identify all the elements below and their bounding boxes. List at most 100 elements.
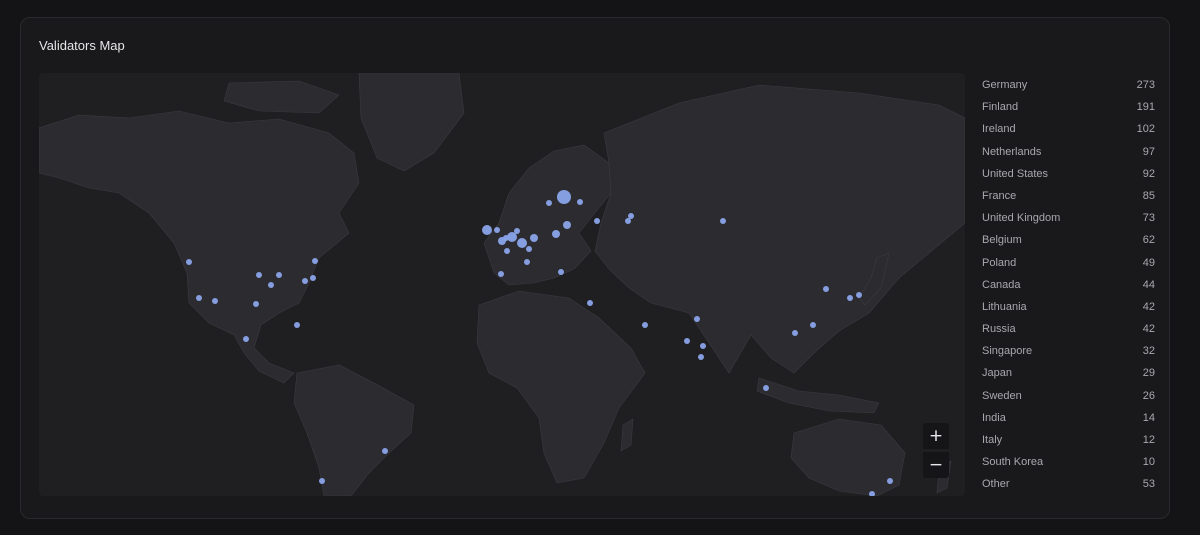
world-map-canvas[interactable] bbox=[39, 73, 965, 496]
country-count: 273 bbox=[1136, 79, 1155, 91]
validators-map-card: Validators Map + − Germany 273 Finland 1… bbox=[20, 17, 1170, 519]
country-count: 49 bbox=[1142, 256, 1155, 269]
marker-poland[interactable] bbox=[530, 234, 538, 242]
marker-sweden[interactable] bbox=[546, 200, 552, 206]
country-name: Germany bbox=[982, 79, 1028, 91]
legend-row-lithuania: Lithuania 42 bbox=[982, 296, 1155, 318]
legend-row-russia: Russia 42 bbox=[982, 318, 1155, 340]
marker-japan-1[interactable] bbox=[856, 292, 862, 298]
marker-india-1[interactable] bbox=[694, 316, 700, 322]
marker-argentina[interactable] bbox=[319, 478, 325, 484]
marker-us-9[interactable] bbox=[310, 275, 316, 281]
marker-india-4[interactable] bbox=[698, 354, 704, 360]
country-name: Japan bbox=[982, 367, 1012, 380]
marker-us-10[interactable] bbox=[312, 258, 318, 264]
country-name: Finland bbox=[982, 101, 1019, 114]
country-count: 42 bbox=[1142, 300, 1155, 313]
country-count: 44 bbox=[1142, 278, 1155, 291]
zoom-out-button[interactable]: − bbox=[923, 452, 949, 478]
land-south-america bbox=[293, 364, 415, 496]
marker-us-7[interactable] bbox=[253, 301, 259, 307]
marker-us-8[interactable] bbox=[302, 278, 308, 284]
marker-us-3[interactable] bbox=[212, 298, 218, 304]
marker-ru-2[interactable] bbox=[628, 213, 634, 219]
marker-ru-3[interactable] bbox=[720, 218, 726, 224]
marker-us-4[interactable] bbox=[256, 272, 262, 278]
country-count: 97 bbox=[1142, 145, 1155, 158]
country-count: 29 bbox=[1142, 367, 1155, 380]
marker-russia[interactable] bbox=[563, 221, 571, 229]
legend-row-belgium: Belgium 62 bbox=[982, 229, 1155, 251]
marker-germany[interactable] bbox=[517, 238, 527, 248]
marker-asia-1[interactable] bbox=[810, 322, 816, 328]
land-australia bbox=[790, 418, 906, 496]
country-name: Sweden bbox=[982, 389, 1022, 402]
legend-row-japan: Japan 29 bbox=[982, 362, 1155, 384]
zoom-in-button[interactable]: + bbox=[923, 423, 949, 449]
country-count: 92 bbox=[1142, 167, 1155, 180]
marker-lithuania[interactable] bbox=[552, 230, 560, 238]
legend-row-germany: Germany 273 bbox=[982, 74, 1155, 96]
marker-me-1[interactable] bbox=[587, 300, 593, 306]
country-name: Singapore bbox=[982, 345, 1033, 358]
marker-us-5[interactable] bbox=[268, 282, 274, 288]
marker-ireland[interactable] bbox=[482, 225, 492, 235]
country-name: India bbox=[982, 411, 1006, 424]
legend-row-india: India 14 bbox=[982, 407, 1155, 429]
legend-row-italy: Italy 12 bbox=[982, 429, 1155, 451]
country-name: United States bbox=[982, 167, 1049, 180]
marker-me-2[interactable] bbox=[642, 322, 648, 328]
country-name: Ireland bbox=[982, 123, 1016, 136]
marker-eu-2[interactable] bbox=[526, 246, 532, 252]
land-madagascar bbox=[620, 418, 634, 452]
legend-row-united-kingdom: United Kingdom 73 bbox=[982, 207, 1155, 229]
marker-belgium[interactable] bbox=[503, 235, 509, 241]
landmasses bbox=[39, 73, 965, 496]
legend-row-sweden: Sweden 26 bbox=[982, 385, 1155, 407]
marker-us-1[interactable] bbox=[186, 259, 192, 265]
marker-eu-3[interactable] bbox=[504, 248, 510, 254]
world-map[interactable]: + − bbox=[39, 73, 965, 496]
country-name: South Korea bbox=[982, 456, 1044, 469]
marker-south-korea[interactable] bbox=[823, 286, 829, 292]
country-name: Belgium bbox=[982, 234, 1022, 247]
marker-japan-2[interactable] bbox=[847, 295, 853, 301]
marker-india-3[interactable] bbox=[700, 343, 706, 349]
land-greenland bbox=[358, 73, 465, 172]
legend-row-south-korea: South Korea 10 bbox=[982, 451, 1155, 473]
country-name: Other bbox=[982, 478, 1010, 491]
legend-row-canada: Canada 44 bbox=[982, 274, 1155, 296]
country-name: Canada bbox=[982, 278, 1021, 291]
marker-australia-1[interactable] bbox=[887, 478, 893, 484]
legend-row-ireland: Ireland 102 bbox=[982, 118, 1155, 140]
marker-italy[interactable] bbox=[524, 259, 530, 265]
country-count: 191 bbox=[1136, 101, 1155, 114]
marker-us-11[interactable] bbox=[294, 322, 300, 328]
marker-india-2[interactable] bbox=[684, 338, 690, 344]
marker-brazil[interactable] bbox=[382, 448, 388, 454]
marker-uk[interactable] bbox=[494, 227, 500, 233]
marker-eu-7[interactable] bbox=[594, 218, 600, 224]
land-africa bbox=[476, 290, 646, 484]
country-count: 62 bbox=[1142, 234, 1155, 247]
marker-us-2[interactable] bbox=[196, 295, 202, 301]
country-count: 73 bbox=[1142, 212, 1155, 225]
marker-finland[interactable] bbox=[557, 190, 571, 204]
country-name: Lithuania bbox=[982, 300, 1027, 313]
marker-us-6[interactable] bbox=[276, 272, 282, 278]
legend-row-france: France 85 bbox=[982, 185, 1155, 207]
marker-eu-5[interactable] bbox=[558, 269, 564, 275]
country-name: Italy bbox=[982, 434, 1003, 446]
marker-asia-2[interactable] bbox=[792, 330, 798, 336]
marker-singapore[interactable] bbox=[763, 385, 769, 391]
marker-eu-4[interactable] bbox=[498, 271, 504, 277]
land-arctic-islands bbox=[223, 80, 340, 114]
marker-ru-1[interactable] bbox=[625, 218, 631, 224]
country-name: Russia bbox=[982, 323, 1016, 336]
country-name: Netherlands bbox=[982, 145, 1042, 158]
marker-eu-1[interactable] bbox=[514, 228, 520, 234]
marker-mexico[interactable] bbox=[243, 336, 249, 342]
country-name: Poland bbox=[982, 256, 1017, 269]
marker-eu-6[interactable] bbox=[577, 199, 583, 205]
legend-row-singapore: Singapore 32 bbox=[982, 340, 1155, 362]
